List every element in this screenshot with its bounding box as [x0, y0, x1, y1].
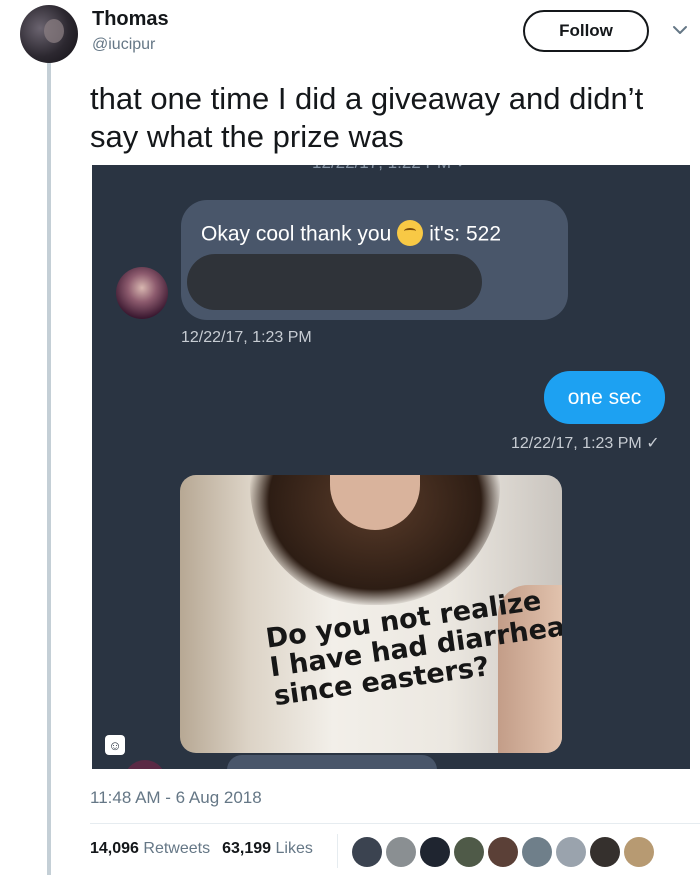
retweets-stat[interactable]: 14,096 Retweets: [90, 840, 210, 857]
liker-avatar[interactable]: [352, 837, 382, 867]
author-display-name[interactable]: Thomas: [92, 8, 169, 31]
dm-incoming-bubble: Okay cool thank you it's: 522: [181, 200, 568, 320]
author-avatar[interactable]: [20, 5, 78, 63]
liker-avatar[interactable]: [624, 837, 654, 867]
tweet-timestamp[interactable]: 11:48 AM - 6 Aug 2018: [90, 788, 262, 808]
dm-cut-timestamp: 12/22/17, 1:22 PM ✓: [92, 165, 690, 173]
redacted-message: [187, 254, 482, 310]
likers-avatars: [352, 837, 658, 867]
likes-stat[interactable]: 63,199 Likes: [222, 840, 313, 857]
retweets-label: Retweets: [143, 840, 211, 857]
dm-incoming-message-b: it's: 522: [429, 222, 501, 246]
thread-line: [47, 62, 51, 875]
smiling-emoji-icon: [397, 220, 424, 246]
tweet-stats: 14,096 Retweets 63,199 Likes: [90, 840, 313, 858]
author-handle[interactable]: @iucipur: [92, 36, 155, 54]
dm-incoming-message-a: Okay cool thank you: [201, 222, 392, 246]
shirt-text: Do you not realize I have had diarrhea s…: [264, 585, 562, 712]
liker-avatar[interactable]: [420, 837, 450, 867]
dm-peek-avatar: [124, 760, 166, 769]
dm-peek-bubble: [227, 755, 437, 769]
likes-label: Likes: [275, 840, 313, 857]
dm-photo: Do you not realize I have had diarrhea s…: [180, 475, 562, 753]
chevron-down-icon[interactable]: [670, 20, 690, 40]
stats-divider: [90, 823, 700, 824]
tweet-text: that one time I did a giveaway and didn’…: [90, 81, 644, 154]
tweet-media-image[interactable]: 12/22/17, 1:22 PM ✓ Okay cool thank you i…: [92, 165, 690, 769]
stats-vertical-divider: [337, 834, 338, 868]
liker-avatar[interactable]: [488, 837, 518, 867]
dm-incoming-timestamp: 12/22/17, 1:23 PM: [181, 329, 312, 346]
follow-button[interactable]: Follow: [523, 10, 649, 52]
dm-outgoing-timestamp: 12/22/17, 1:23 PM ✓: [511, 435, 660, 452]
dm-outgoing-bubble: one sec: [544, 371, 665, 424]
retweets-count: 14,096: [90, 840, 139, 857]
liker-avatar[interactable]: [522, 837, 552, 867]
dm-sender-avatar: [116, 267, 168, 319]
emoji-icon: ☺: [105, 735, 125, 755]
liker-avatar[interactable]: [590, 837, 620, 867]
liker-avatar[interactable]: [556, 837, 586, 867]
likes-count: 63,199: [222, 840, 272, 857]
liker-avatar[interactable]: [454, 837, 484, 867]
dm-incoming-message: Okay cool thank you it's: 522: [201, 220, 501, 248]
liker-avatar[interactable]: [386, 837, 416, 867]
